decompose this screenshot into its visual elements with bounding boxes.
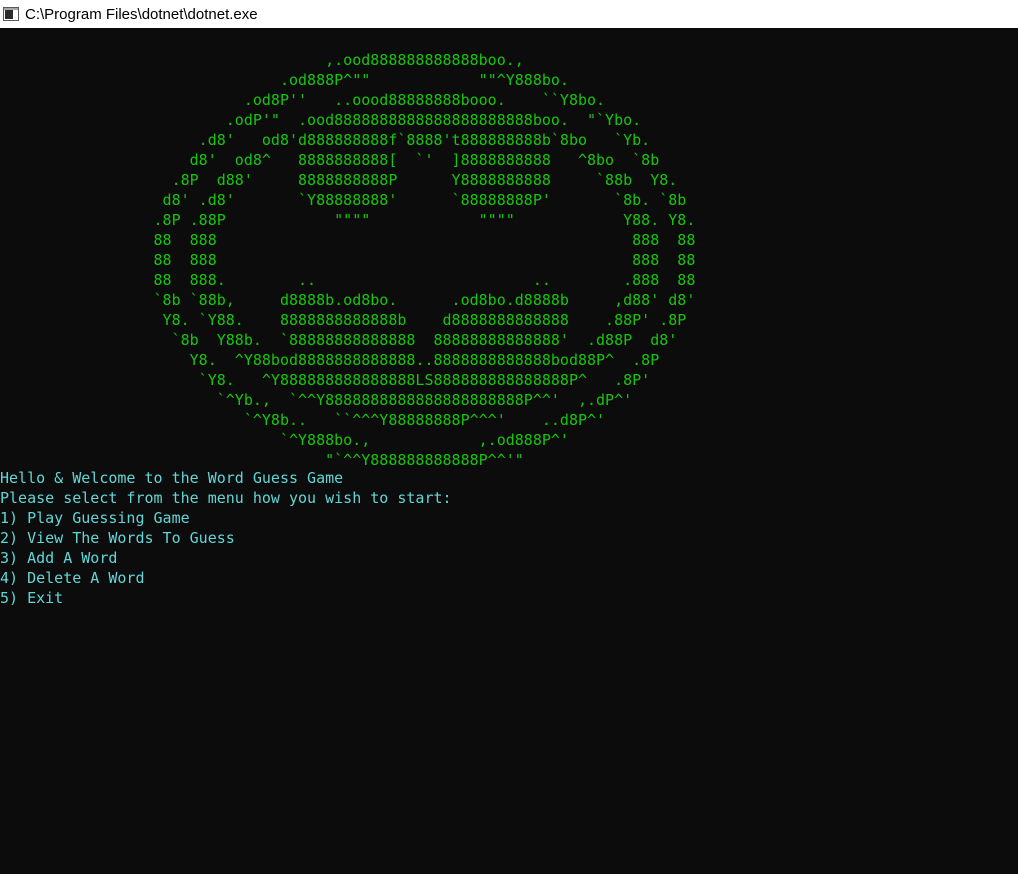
- menu-option-add-word: 3) Add A Word: [0, 549, 118, 567]
- ascii-art-line: `8b `88b, d8888b.od8bo. .od8bo.d8888b ,d…: [0, 291, 696, 309]
- ascii-art-line: `^Y888bo., ,.od888P^': [0, 431, 569, 449]
- menu-option-exit: 5) Exit: [0, 589, 64, 607]
- ascii-art-line: Y8. `Y88. 8888888888888b d8888888888888 …: [0, 311, 687, 329]
- ascii-art-line: .8P d88' 8888888888P Y8888888888 `88b Y8…: [0, 171, 678, 189]
- ascii-art-line: .d8' od8'd888888888f`8888't888888888b`8b…: [0, 131, 651, 149]
- ascii-art-line: .8P .88P """" """" Y88. Y8.: [0, 211, 696, 229]
- ascii-art-line: `^Y8b.. ``^^^Y88888888P^^^' ..d8P^': [0, 411, 606, 429]
- menu-option-delete-word: 4) Delete A Word: [0, 569, 145, 587]
- smiley-ascii-art: ,.ood888888888888boo., .od888P^"" ""^Y88…: [0, 50, 696, 470]
- ascii-art-line: `8b Y88b. `88888888888888 88888888888888…: [0, 331, 678, 349]
- ascii-art-line: .odP'" .ood8888888888888888888888boo. "`…: [0, 111, 642, 129]
- ascii-art-line: 88 888 888 88: [0, 231, 696, 249]
- ascii-art-line: "`^^Y888888888888P^^'": [0, 451, 524, 469]
- console-output[interactable]: ,.ood888888888888boo., .od888P^"" ""^Y88…: [0, 28, 1018, 874]
- menu-prompt: Please select from the menu how you wish…: [0, 489, 452, 507]
- ascii-art-line: d8' .d8' `Y88888888' `88888888P' `8b. `8…: [0, 191, 687, 209]
- ascii-art-line: `Y8. ^Y888888888888888LS888888888888888P…: [0, 371, 651, 389]
- ascii-art-line: `^Yb., `^^Y8888888888888888888888P^^' ,.…: [0, 391, 633, 409]
- ascii-art-line: ,.ood888888888888boo.,: [0, 51, 524, 69]
- console-app-icon[interactable]: [3, 7, 19, 21]
- title-bar[interactable]: C:\Program Files\dotnet\dotnet.exe: [0, 0, 1018, 28]
- ascii-art-line: 88 888. .. .. .888 88: [0, 271, 696, 289]
- ascii-art-line: .od888P^"" ""^Y888bo.: [0, 71, 569, 89]
- menu-block: Hello & Welcome to the Word Guess Game Pl…: [0, 468, 452, 608]
- welcome-message: Hello & Welcome to the Word Guess Game: [0, 469, 344, 487]
- console-window: C:\Program Files\dotnet\dotnet.exe ,.ood…: [0, 0, 1018, 874]
- ascii-art-line: d8' od8^ 8888888888[ `' ]8888888888 ^8bo…: [0, 151, 660, 169]
- menu-option-view-words: 2) View The Words To Guess: [0, 529, 235, 547]
- ascii-art-line: .od8P'' ..oood88888888booo. ``Y8bo.: [0, 91, 606, 109]
- window-title: C:\Program Files\dotnet\dotnet.exe: [25, 5, 258, 23]
- ascii-art-line: Y8. ^Y88bod8888888888888..8888888888888b…: [0, 351, 660, 369]
- menu-option-play: 1) Play Guessing Game: [0, 509, 190, 527]
- ascii-art-line: 88 888 888 88: [0, 251, 696, 269]
